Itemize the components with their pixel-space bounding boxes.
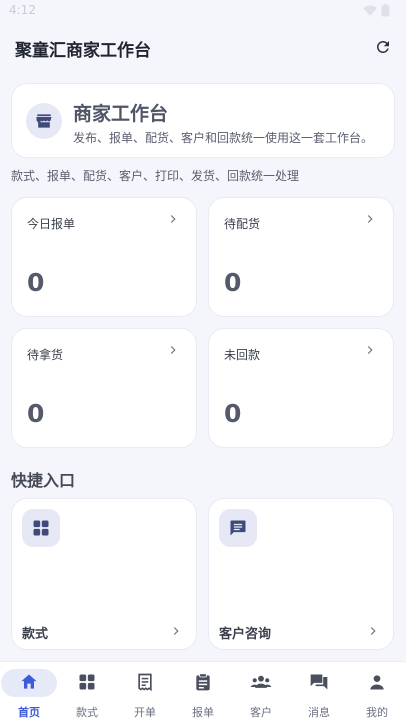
app-bar: 聚童汇商家工作台 (0, 22, 406, 72)
stat-label: 今日报单 (27, 217, 76, 231)
nav-item-home[interactable]: 首页 (0, 662, 58, 722)
nav-item-styles[interactable]: 款式 (58, 662, 116, 722)
refresh-button[interactable] (372, 36, 394, 58)
nav-icon-wrap (75, 670, 99, 694)
refresh-icon (376, 40, 389, 53)
stat-card-pending-pickup[interactable]: 待拿货 0 (11, 328, 197, 448)
grid-icon (33, 520, 49, 536)
chevron-right-icon (370, 627, 376, 635)
nav-label: 款式 (76, 706, 98, 719)
nav-icon-wrap (307, 670, 331, 694)
group-icon (250, 675, 272, 688)
nav-label: 我的 (366, 706, 388, 719)
nav-item-customers[interactable]: 客户 (232, 662, 290, 722)
stat-card-unpaid[interactable]: 未回款 0 (208, 328, 394, 448)
chevron-right-icon (367, 346, 373, 354)
stat-label: 待拿货 (27, 348, 64, 362)
chevron-right-icon (170, 346, 176, 354)
forum-icon (310, 674, 328, 690)
wifi-icon (363, 5, 377, 16)
status-icons (363, 4, 390, 17)
store-icon-badge (26, 103, 62, 139)
status-bar: 4:12 (0, 0, 406, 22)
grid-icon (79, 674, 95, 690)
app-title: 聚童汇商家工作台 (15, 41, 151, 61)
quick-entry-customer-consult[interactable]: 客户咨询 (208, 498, 394, 650)
banner-title: 商家工作台 (73, 103, 169, 125)
stat-value: 0 (27, 268, 45, 297)
workbench-banner: 商家工作台 发布、报单、配货、客户和回款统一使用这一套工作台。 (11, 83, 395, 158)
stat-value: 0 (224, 268, 242, 297)
quick-icon-badge (219, 509, 257, 547)
stat-label: 待配货 (224, 217, 261, 231)
app-screen: 4:12 聚童汇商家工作台 商家工作台 发布、报单、配货、客户和回款统一使用这一… (0, 0, 406, 722)
nav-item-report[interactable]: 报单 (174, 662, 232, 722)
quick-entry-styles[interactable]: 款式 (11, 498, 197, 650)
clipboard-icon (196, 673, 210, 691)
status-time: 4:12 (9, 3, 36, 17)
nav-item-messages[interactable]: 消息 (290, 662, 348, 722)
nav-label: 首页 (18, 706, 40, 719)
chevron-right-icon (170, 215, 176, 223)
receipt-icon (138, 673, 152, 692)
nav-label: 报单 (192, 706, 214, 719)
nav-label: 消息 (308, 706, 330, 719)
banner-subtitle: 发布、报单、配货、客户和回款统一使用这一套工作台。 (73, 131, 374, 145)
nav-label: 开单 (134, 706, 156, 719)
quick-entry-label: 客户咨询 (219, 627, 272, 642)
nav-icon-wrap (365, 670, 389, 694)
quick-entry-title: 快捷入口 (11, 471, 76, 490)
quick-entry-label: 款式 (22, 627, 49, 642)
stat-card-pending-allocation[interactable]: 待配货 0 (208, 197, 394, 317)
stat-value: 0 (224, 399, 242, 428)
nav-icon-wrap (133, 670, 157, 694)
quick-icon-badge (22, 509, 60, 547)
chevron-right-icon (173, 627, 179, 635)
person-icon (370, 675, 384, 690)
stat-value: 0 (27, 399, 45, 428)
stat-card-today-orders[interactable]: 今日报单 0 (11, 197, 197, 317)
nav-icon-wrap (191, 670, 215, 694)
chat-icon (230, 520, 246, 536)
nav-item-mine[interactable]: 我的 (348, 662, 406, 722)
nav-icon-wrap (17, 670, 41, 694)
stat-label: 未回款 (224, 348, 261, 362)
nav-label: 客户 (250, 706, 272, 719)
nav-item-open-order[interactable]: 开单 (116, 662, 174, 722)
summary-text: 款式、报单、配货、客户、打印、发货、回款统一处理 (11, 169, 300, 183)
chevron-right-icon (367, 215, 373, 223)
home-icon (21, 674, 37, 689)
nav-icon-wrap (249, 670, 273, 694)
bottom-nav: 首页 款式 开单 报单 客户 消息 我的 (0, 661, 406, 722)
store-icon (36, 114, 52, 128)
battery-icon (381, 4, 390, 17)
